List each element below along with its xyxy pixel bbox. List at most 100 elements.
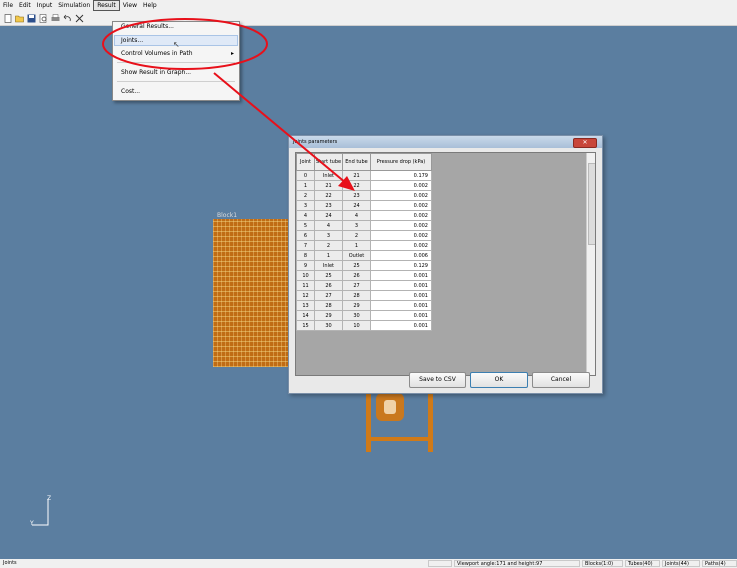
table-row[interactable]: 7 2 1 0.002: [296, 240, 432, 251]
menu-result[interactable]: Result: [93, 0, 120, 11]
menu-item-general-results[interactable]: General Results...: [121, 23, 174, 30]
cell-pressure-drop[interactable]: 0.001: [370, 320, 432, 331]
dialog-title: Joints parameters: [293, 139, 338, 145]
cell-start-tube: 28: [314, 300, 343, 311]
print-preview-icon[interactable]: [39, 13, 48, 23]
status-text: Joints: [3, 560, 17, 566]
cell-joint: 14: [296, 310, 315, 321]
table-row[interactable]: 11 26 27 0.001: [296, 280, 432, 291]
table-row[interactable]: 15 30 10 0.001: [296, 320, 432, 331]
table-row[interactable]: 8 1 Outlet 0.006: [296, 250, 432, 261]
status-viewport: Viewport angle:171 and height:97: [454, 560, 580, 567]
table-header-row: Joint Start tube End tube Pressure drop …: [296, 153, 432, 171]
cell-joint: 13: [296, 300, 315, 311]
col-joint[interactable]: Joint: [296, 153, 315, 171]
ok-button[interactable]: OK: [470, 372, 528, 388]
table-scrollbar[interactable]: [586, 153, 595, 375]
table-row[interactable]: 14 29 30 0.001: [296, 310, 432, 321]
toolbar: [0, 11, 737, 26]
cell-start-tube: 30: [314, 320, 343, 331]
cell-pressure-drop[interactable]: 0.002: [370, 190, 432, 201]
cell-pressure-drop[interactable]: 0.001: [370, 300, 432, 311]
joints-table-body: 0 Inlet 21 0.179 1 21 22 0.002 2 22 23 0.002 3 23 24 0.…: [296, 170, 432, 331]
col-end-tube[interactable]: End tube: [342, 153, 371, 171]
save-to-csv-button[interactable]: Save to CSV: [409, 372, 466, 388]
cell-pressure-drop[interactable]: 0.129: [370, 260, 432, 271]
cell-end-tube: 10: [342, 320, 371, 331]
cell-start-tube: 3: [314, 230, 343, 241]
cell-pressure-drop[interactable]: 0.001: [370, 290, 432, 301]
menu-view[interactable]: View: [120, 0, 140, 11]
cell-start-tube: Inlet: [314, 260, 343, 271]
cell-end-tube: 25: [342, 260, 371, 271]
cell-pressure-drop[interactable]: 0.001: [370, 270, 432, 281]
cell-pressure-drop[interactable]: 0.002: [370, 210, 432, 221]
cell-pressure-drop[interactable]: 0.001: [370, 280, 432, 291]
cell-joint: 8: [296, 250, 315, 261]
table-row[interactable]: 1 21 22 0.002: [296, 180, 432, 191]
cell-start-tube: 25: [314, 270, 343, 281]
menu-simulation[interactable]: Simulation: [55, 0, 93, 11]
open-folder-icon[interactable]: [15, 14, 24, 23]
table-row[interactable]: 10 25 26 0.001: [296, 270, 432, 281]
frame-highlight: [384, 400, 396, 414]
cell-joint: 0: [296, 170, 315, 181]
cell-pressure-drop[interactable]: 0.002: [370, 200, 432, 211]
cell-pressure-drop[interactable]: 0.179: [370, 170, 432, 181]
col-start-tube[interactable]: Start tube: [314, 153, 343, 171]
cell-pressure-drop[interactable]: 0.002: [370, 220, 432, 231]
scrollbar-thumb[interactable]: [588, 163, 595, 245]
cell-pressure-drop[interactable]: 0.002: [370, 180, 432, 191]
cell-start-tube: 29: [314, 310, 343, 321]
dialog-title-bar[interactable]: Joints parameters ✕: [289, 136, 602, 148]
status-empty-box: [428, 560, 452, 567]
cell-pressure-drop[interactable]: 0.001: [370, 310, 432, 321]
col-pressure-drop[interactable]: Pressure drop (kPa): [370, 153, 432, 171]
table-row[interactable]: 13 28 29 0.001: [296, 300, 432, 311]
cell-end-tube: 22: [342, 180, 371, 191]
menu-item-cost[interactable]: Cost...: [121, 88, 140, 95]
table-row[interactable]: 4 24 4 0.002: [296, 210, 432, 221]
cell-start-tube: 22: [314, 190, 343, 201]
table-row[interactable]: 12 27 28 0.001: [296, 290, 432, 301]
menu-file[interactable]: File: [0, 0, 16, 11]
close-icon[interactable]: ✕: [573, 138, 597, 148]
cell-start-tube: 26: [314, 280, 343, 291]
cancel-button[interactable]: Cancel: [532, 372, 590, 388]
cell-end-tube: 24: [342, 200, 371, 211]
mouse-cursor-icon: ↖: [173, 40, 180, 49]
print-icon[interactable]: [51, 13, 60, 23]
table-row[interactable]: 0 Inlet 21 0.179: [296, 170, 432, 181]
cell-end-tube: 27: [342, 280, 371, 291]
menu-item-control-volumes[interactable]: Control Volumes in Path: [121, 50, 193, 57]
cell-joint: 10: [296, 270, 315, 281]
menu-item-show-result-graph[interactable]: Show Result in Graph...: [121, 69, 191, 76]
cell-pressure-drop[interactable]: 0.002: [370, 240, 432, 251]
cell-pressure-drop[interactable]: 0.006: [370, 250, 432, 261]
joints-table-area: Joint Start tube End tube Pressure drop …: [295, 152, 596, 376]
save-icon[interactable]: [27, 14, 36, 23]
menu-help[interactable]: Help: [140, 0, 160, 11]
cell-joint: 4: [296, 210, 315, 221]
status-tubes: Tubes(40): [625, 560, 660, 567]
menu-edit[interactable]: Edit: [16, 0, 34, 11]
cell-end-tube: Outlet: [342, 250, 371, 261]
cell-end-tube: 29: [342, 300, 371, 311]
undo-icon[interactable]: [63, 14, 72, 23]
delete-icon[interactable]: [75, 14, 84, 23]
table-row[interactable]: 2 22 23 0.002: [296, 190, 432, 201]
cell-joint: 5: [296, 220, 315, 231]
cell-pressure-drop[interactable]: 0.002: [370, 230, 432, 241]
status-bar: Joints Viewport angle:171 and height:97 …: [0, 559, 737, 568]
menu-input[interactable]: Input: [34, 0, 56, 11]
table-row[interactable]: 9 Inlet 25 0.129: [296, 260, 432, 271]
new-file-icon[interactable]: [3, 13, 12, 23]
cell-joint: 6: [296, 230, 315, 241]
cell-start-tube: 27: [314, 290, 343, 301]
table-row[interactable]: 6 3 2 0.002: [296, 230, 432, 241]
cell-start-tube: 1: [314, 250, 343, 261]
menu-item-joints[interactable]: Joints...: [121, 37, 143, 44]
cell-end-tube: 28: [342, 290, 371, 301]
table-row[interactable]: 5 4 3 0.002: [296, 220, 432, 231]
table-row[interactable]: 3 23 24 0.002: [296, 200, 432, 211]
